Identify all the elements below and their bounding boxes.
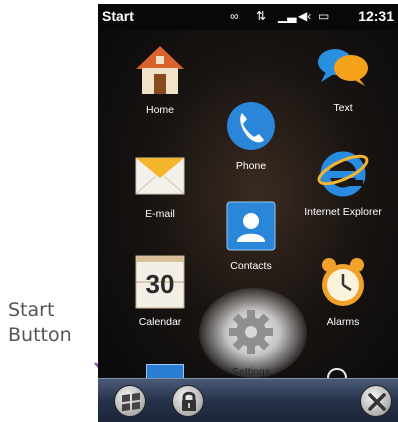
gear-icon xyxy=(223,304,279,360)
annotation-line-1: Start xyxy=(8,299,55,321)
app-settings[interactable]: Settings xyxy=(196,304,306,378)
close-icon xyxy=(368,393,386,411)
calendar-icon: 30 xyxy=(132,254,188,310)
start-button[interactable] xyxy=(114,385,146,417)
app-settings-label: Settings xyxy=(232,366,270,378)
alarm-clock-icon xyxy=(315,254,371,310)
speaker-icon: ◀‹ xyxy=(298,9,312,23)
status-title[interactable]: Start xyxy=(102,8,134,24)
status-bar: Start ∞ ⇅ ▁▃ ◀‹ ▭ 12:31 xyxy=(98,4,398,30)
lock-icon xyxy=(182,391,196,411)
internet-explorer-icon xyxy=(315,144,371,200)
lock-button[interactable] xyxy=(172,385,204,417)
contacts-icon xyxy=(223,198,279,254)
house-icon xyxy=(132,42,188,98)
status-clock: 12:31 xyxy=(358,8,394,24)
device-screen: Start ∞ ⇅ ▁▃ ◀‹ ▭ 12:31 Home Text Phone … xyxy=(98,4,398,422)
signal-icon: ▁▃ xyxy=(278,9,297,23)
phone-icon xyxy=(223,98,279,154)
windows-flag-icon xyxy=(122,392,140,412)
start-button-annotation: Start Button xyxy=(8,298,88,348)
partial-bag-icon[interactable] xyxy=(322,364,352,379)
chat-bubbles-icon xyxy=(315,40,371,96)
data-sync-icon: ⇅ xyxy=(256,9,267,23)
close-button[interactable] xyxy=(360,385,392,417)
envelope-icon xyxy=(132,146,188,202)
bottom-taskbar xyxy=(98,378,398,422)
battery-icon: ▭ xyxy=(318,9,330,23)
voicemail-icon: ∞ xyxy=(230,9,239,23)
annotation-line-2: Button xyxy=(8,324,72,346)
calendar-day-number: 30 xyxy=(146,269,175,299)
